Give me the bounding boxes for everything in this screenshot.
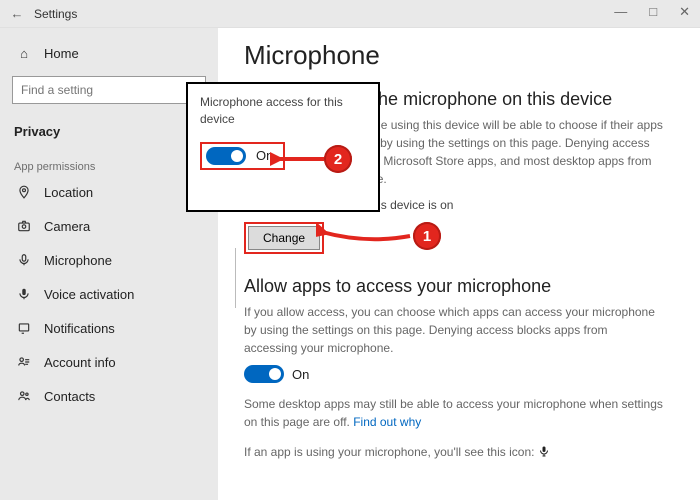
sidebar-item-label: Account info (44, 355, 116, 370)
titlebar: ← Settings (0, 0, 700, 28)
microphone-access-popup: Microphone access for this device On (186, 82, 380, 212)
annotation-arrow-2 (270, 150, 326, 168)
find-out-why-link[interactable]: Find out why (353, 415, 421, 429)
popup-title: Microphone access for this device (200, 94, 366, 128)
sidebar-item-label: Camera (44, 219, 90, 234)
sidebar-item-label: Microphone (44, 253, 112, 268)
microphone-icon (14, 253, 34, 267)
sidebar-item-contacts[interactable]: Contacts (0, 379, 218, 413)
maximize-button[interactable]: □ (645, 4, 661, 20)
contacts-icon (14, 389, 34, 403)
divider (235, 248, 236, 308)
section-allow-apps-desc: If you allow access, you can choose whic… (244, 303, 664, 357)
sidebar-item-microphone[interactable]: Microphone (0, 243, 218, 277)
app-title: Settings (34, 7, 77, 21)
voice-icon (14, 287, 34, 301)
sidebar-item-notifications[interactable]: Notifications (0, 311, 218, 345)
sidebar-item-account-info[interactable]: Account info (0, 345, 218, 379)
section-allow-apps-title: Allow apps to access your microphone (244, 276, 674, 297)
apps-access-toggle-row: On (244, 365, 309, 383)
sidebar-item-label: Contacts (44, 389, 95, 404)
annotation-highlight-change: Change (244, 222, 324, 254)
device-access-toggle[interactable] (206, 147, 246, 165)
location-icon (14, 185, 34, 199)
home-icon: ⌂ (14, 46, 34, 61)
notifications-icon (14, 321, 34, 335)
window-controls: — □ ✕ (610, 4, 694, 20)
back-icon[interactable]: ← (8, 6, 26, 21)
sidebar-item-label: Voice activation (44, 287, 134, 302)
sidebar-home-label: Home (44, 46, 79, 61)
annotation-arrow-1 (316, 222, 412, 246)
account-icon (14, 355, 34, 369)
sidebar-item-camera[interactable]: Camera (0, 209, 218, 243)
annotation-badge-2: 2 (324, 145, 352, 173)
page-title: Microphone (244, 40, 674, 71)
mic-in-use-note: If an app is using your microphone, you'… (244, 443, 664, 462)
apps-access-toggle[interactable] (244, 365, 284, 383)
microphone-inline-icon (538, 444, 550, 462)
search-input[interactable] (12, 76, 206, 104)
sidebar-item-voice-activation[interactable]: Voice activation (0, 277, 218, 311)
sidebar-home[interactable]: ⌂ Home (0, 36, 218, 70)
sidebar-item-label: Notifications (44, 321, 115, 336)
close-button[interactable]: ✕ (675, 4, 694, 20)
sidebar-item-label: Location (44, 185, 93, 200)
annotation-badge-1: 1 (413, 222, 441, 250)
desktop-apps-note: Some desktop apps may still be able to a… (244, 395, 664, 431)
minimize-button[interactable]: — (610, 4, 631, 20)
change-button[interactable]: Change (248, 226, 320, 250)
apps-access-toggle-label: On (292, 367, 309, 382)
camera-icon (14, 219, 34, 233)
